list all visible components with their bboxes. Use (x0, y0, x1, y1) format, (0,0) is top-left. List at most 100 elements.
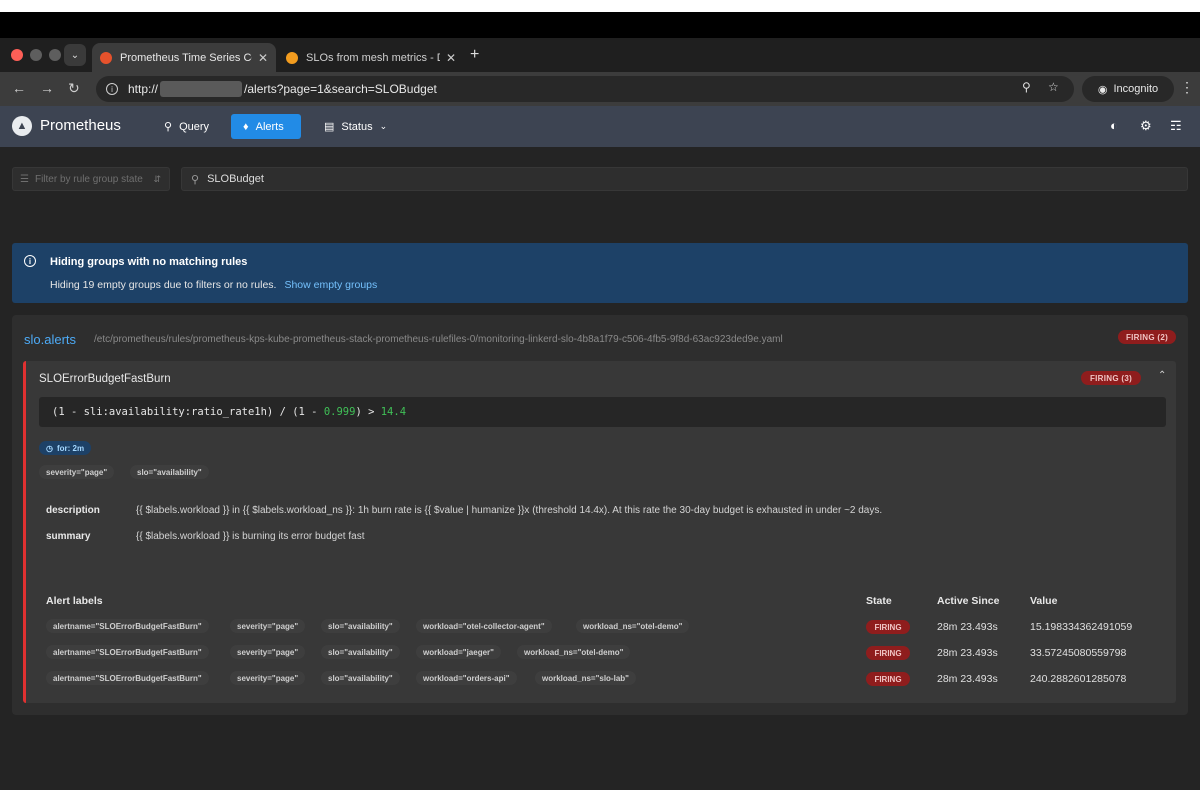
alert-label: severity="page" (230, 671, 306, 685)
url-prefix: http:// (128, 82, 159, 96)
filter-placeholder: Filter by rule group state (34, 173, 143, 185)
selector-icon: ⇵ (153, 173, 161, 184)
prometheus-logo-icon[interactable]: ▲ (12, 116, 32, 136)
group-name[interactable]: slo.alerts (24, 332, 76, 347)
browser-window: ⌄ Prometheus Time Series Colle ✕ SLOs fr… (0, 38, 1200, 790)
incognito-label: Incognito (1113, 83, 1159, 95)
alert-value: 33.57245080559798 (1030, 647, 1127, 659)
grafana-favicon-icon (286, 51, 298, 64)
alert-value: 15.198334362491059 (1030, 621, 1133, 633)
alert-label: workload_ns="otel-demo" (517, 645, 631, 659)
gear-icon[interactable]: ⚙ (1140, 118, 1152, 134)
chevron-up-icon[interactable]: ⌃ (1158, 370, 1166, 381)
url-path: /alerts?page=1&search=SLOBudget (244, 82, 437, 96)
brand-title[interactable]: Prometheus (40, 117, 121, 134)
nav-status-label: Status (341, 120, 373, 133)
annotation-key: description (46, 505, 100, 516)
state-badge: FIRING (866, 646, 910, 660)
for-duration-badge: ◷ for: 2m (39, 441, 92, 455)
alert-label: severity="page" (230, 619, 306, 633)
alert-label: slo="availability" (321, 671, 400, 685)
alert-label: workload="orders-api" (416, 671, 517, 685)
alert-label: alertname="SLOErrorBudgetFastBurn" (46, 645, 209, 659)
close-icon[interactable]: ✕ (446, 51, 456, 65)
search-icon: ⚲ (164, 121, 173, 133)
active-since: 28m 23.493s (937, 647, 998, 659)
chevron-down-icon: ⌄ (70, 49, 80, 61)
window-close-button[interactable] (11, 49, 23, 61)
state-badge: FIRING (866, 620, 910, 634)
zoom-search-icon[interactable]: ⚲ (1022, 80, 1031, 94)
nav-status[interactable]: ▤ Status ⌄ (312, 114, 399, 139)
notice-text: Hiding 19 empty groups due to filters or… (50, 279, 377, 291)
alert-label: alertname="SLOErrorBudgetFastBurn" (46, 619, 209, 633)
alert-label: slo="availability" (321, 619, 400, 633)
show-empty-groups-link[interactable]: Show empty groups (284, 279, 377, 291)
rule-expression: (1 - sli:availability:ratio_rate1h) / (1… (39, 397, 1166, 427)
annotation-value: {{ $labels.workload }} in {{ $labels.wor… (136, 505, 883, 516)
window-minimize-button[interactable] (30, 49, 42, 61)
alert-label: workload="otel-collector-agent" (416, 619, 552, 633)
site-info-icon[interactable]: i (106, 83, 118, 95)
group-file-path: /etc/prometheus/rules/prometheus-kps-kub… (94, 334, 783, 345)
active-since: 28m 23.493s (937, 673, 998, 685)
nav-query[interactable]: ⚲ Query (152, 114, 221, 139)
top-black-bar (0, 12, 1200, 38)
notice-title: Hiding groups with no matching rules (50, 256, 248, 268)
new-tab-button[interactable]: + (470, 46, 479, 64)
tab-search-button[interactable]: ⌄ (64, 44, 86, 66)
incognito-badge[interactable]: ◉ Incognito (1082, 76, 1174, 102)
theme-toggle-icon[interactable]: ◐ (1110, 118, 1118, 133)
col-header-labels: Alert labels (46, 595, 103, 607)
rule-panel: SLOErrorBudgetFastBurn FIRING (3) ⌃ (1 -… (23, 361, 1176, 703)
col-header-state: State (866, 595, 892, 607)
bell-icon: ♦ (243, 120, 249, 133)
search-input[interactable]: ⚲ SLOBudget (181, 167, 1188, 191)
active-since: 28m 23.493s (937, 621, 998, 633)
browser-menu-icon[interactable]: ⋮ (1180, 79, 1194, 96)
alerts-page: ☰ Filter by rule group state ⇵ ⚲ SLOBudg… (0, 147, 1200, 790)
docs-book-icon[interactable]: ☶ (1170, 118, 1182, 134)
search-icon: ⚲ (191, 173, 200, 186)
annotation-key: summary (46, 531, 91, 542)
for-duration: for: 2m (56, 443, 85, 453)
rule-firing-badge: FIRING (3) (1081, 371, 1141, 385)
window-maximize-button[interactable] (49, 49, 61, 61)
alert-value: 240.2882601285078 (1030, 673, 1127, 685)
rule-label: severity="page" (39, 465, 115, 479)
reload-icon[interactable]: ↻ (68, 80, 80, 97)
tab-prometheus[interactable]: Prometheus Time Series Colle ✕ (92, 43, 276, 72)
tab-grafana[interactable]: SLOs from mesh metrics - Da ✕ (278, 43, 464, 72)
rule-label: slo="availability" (130, 465, 209, 479)
prometheus-favicon-icon (100, 51, 112, 64)
alert-label: workload_ns="otel-demo" (576, 619, 690, 633)
nav-alerts[interactable]: ♦ Alerts (231, 114, 301, 139)
rule-name[interactable]: SLOErrorBudgetFastBurn (39, 373, 171, 385)
address-bar[interactable]: i http:// /alerts?page=1&search=SLOBudge… (96, 76, 1074, 102)
forward-icon[interactable]: → (40, 80, 54, 96)
incognito-icon: ◉ (1097, 83, 1108, 96)
bookmark-star-icon[interactable]: ☆ (1048, 80, 1059, 94)
rule-group-state-filter[interactable]: ☰ Filter by rule group state ⇵ (12, 167, 170, 191)
alert-label: workload_ns="slo-lab" (535, 671, 636, 685)
tab-title: Prometheus Time Series Colle (120, 51, 252, 64)
close-icon[interactable]: ✕ (258, 51, 268, 65)
rule-group-card: slo.alerts /etc/prometheus/rules/prometh… (12, 315, 1188, 715)
chevron-down-icon: ⌄ (379, 121, 388, 131)
expr-number: 0.999 (323, 406, 356, 418)
expr-part: (1 - sli:availability:ratio_rate1h) / (1… (52, 406, 324, 418)
prometheus-header: ▲ Prometheus ⚲ Query ♦ Alerts ▤ Status ⌄… (0, 106, 1200, 147)
alert-label: workload="jaeger" (416, 645, 501, 659)
col-header-active-since: Active Since (937, 595, 1000, 607)
server-icon: ▤ (324, 121, 335, 133)
nav-query-label: Query (179, 120, 210, 133)
tab-strip: ⌄ Prometheus Time Series Colle ✕ SLOs fr… (0, 38, 1200, 72)
tab-title: SLOs from mesh metrics - Da (306, 51, 440, 64)
nav-alerts-label: Alerts (255, 120, 284, 133)
expr-part: ) > (355, 406, 381, 418)
back-icon[interactable]: ← (12, 80, 26, 96)
redacted-host (160, 81, 243, 97)
col-header-value: Value (1030, 595, 1058, 607)
browser-toolbar: ← → ↻ i http:// /alerts?page=1&search=SL… (0, 72, 1200, 106)
search-value: SLOBudget (207, 173, 264, 185)
